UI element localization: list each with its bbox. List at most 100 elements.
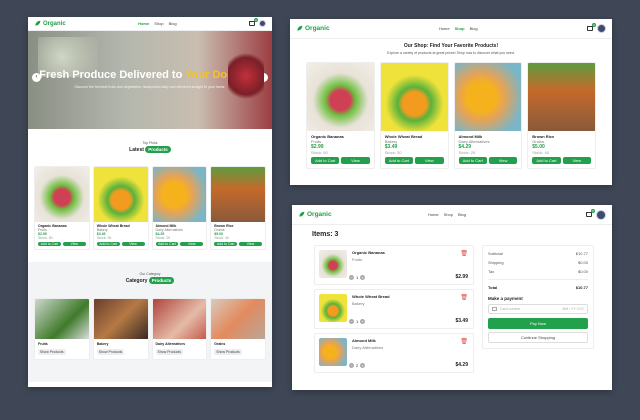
- plus-icon[interactable]: +: [360, 363, 366, 368]
- show-products-button[interactable]: Show Products: [155, 349, 184, 355]
- total-value: $10.77: [575, 285, 588, 290]
- category-title: Category Products: [28, 277, 272, 284]
- view-button[interactable]: View: [121, 242, 145, 246]
- product-stock: Stock: 25: [155, 236, 171, 240]
- product-image[interactable]: [380, 63, 448, 131]
- avatar[interactable]: [597, 24, 606, 33]
- nav-home-link[interactable]: Home: [428, 212, 439, 217]
- cart-item: Organic Bananas Fruits 🗑 −1 + $2.99: [314, 245, 474, 285]
- minus-icon[interactable]: −: [349, 275, 354, 280]
- view-button[interactable]: View: [562, 157, 591, 164]
- brand-logo[interactable]: Organic: [296, 25, 330, 32]
- shop-page-window: Organic Home Shop Blog 0 Our Shop: Find …: [290, 19, 612, 185]
- product-image[interactable]: [307, 63, 374, 131]
- trash-icon[interactable]: 🗑: [460, 250, 468, 257]
- brand-name: Organic: [307, 211, 332, 218]
- category-title-text: Category: [125, 278, 148, 284]
- product-image[interactable]: [211, 167, 265, 222]
- show-products-button[interactable]: Show Products: [96, 349, 125, 355]
- product-card: Organic Bananas Fruits $2.99 Stock: 50 A…: [306, 62, 375, 169]
- product-card: Almond Milk Dairy Alternatives $4.29 Sto…: [151, 166, 208, 250]
- add-to-cart-button[interactable]: Add to Cart: [311, 157, 340, 164]
- shipping-label: Shipping: [488, 260, 504, 265]
- nav-home-link[interactable]: Home: [138, 21, 149, 26]
- brand-logo[interactable]: Organic: [34, 20, 66, 27]
- brand-name: Organic: [305, 25, 330, 32]
- cart-icon[interactable]: 0: [587, 23, 596, 31]
- hero-title: Fresh Produce Delivered to Your Doorstep: [28, 69, 272, 81]
- cart-item-name: Almond Milk: [352, 338, 376, 343]
- nav-home-link[interactable]: Home: [439, 26, 450, 31]
- tax-label: Tax: [488, 269, 495, 274]
- category-image[interactable]: [152, 299, 207, 339]
- category-image[interactable]: [93, 299, 148, 339]
- nav-blog-link[interactable]: Blog: [169, 21, 177, 26]
- avatar[interactable]: [259, 20, 266, 27]
- product-image[interactable]: [93, 167, 148, 222]
- trash-icon[interactable]: 🗑: [460, 294, 468, 301]
- chevron-left-icon[interactable]: ‹: [32, 73, 41, 82]
- add-to-cart-button[interactable]: Add to Cart: [155, 242, 179, 246]
- nav-shop-link[interactable]: Shop: [455, 26, 465, 31]
- leaf-icon: [297, 25, 303, 31]
- pay-now-button[interactable]: Pay Now: [488, 318, 588, 329]
- add-to-cart-button[interactable]: Add to Cart: [384, 157, 414, 164]
- add-to-cart-button[interactable]: Add to Cart: [532, 157, 561, 164]
- quantity-value: 1: [356, 319, 359, 324]
- product-image[interactable]: [454, 63, 522, 131]
- product-stock: Stock: 30: [96, 236, 112, 240]
- latest-product-grid: Organic Bananas Fruits $2.99 Stock: 50 A…: [28, 166, 272, 250]
- category-name: Grains: [214, 342, 226, 346]
- product-image[interactable]: [152, 167, 207, 222]
- show-products-button[interactable]: Show Products: [214, 349, 242, 355]
- category-name: Dairy Alternatives: [155, 342, 186, 346]
- nav-blog-link[interactable]: Blog: [470, 26, 478, 31]
- minus-icon[interactable]: −: [349, 319, 354, 324]
- nav-shop-link[interactable]: Shop: [444, 212, 453, 217]
- category-image[interactable]: [35, 299, 89, 339]
- card-icon: [492, 307, 497, 311]
- minus-icon[interactable]: −: [349, 363, 354, 368]
- nav-shop-link[interactable]: Shop: [154, 21, 163, 26]
- cart-item-name: Whole Wheat Bread: [352, 294, 390, 299]
- show-products-button[interactable]: Show Products: [38, 349, 66, 355]
- category-card: Dairy Alternatives Show Products: [151, 298, 208, 360]
- cart-icon[interactable]: 0: [586, 209, 595, 217]
- cart-count: 0: [592, 23, 596, 27]
- view-button[interactable]: View: [62, 242, 86, 246]
- view-button[interactable]: View: [239, 242, 262, 246]
- trash-icon[interactable]: 🗑: [460, 338, 468, 345]
- view-button[interactable]: View: [415, 157, 444, 164]
- category-image[interactable]: [211, 299, 265, 339]
- cart-icon[interactable]: 0: [249, 18, 258, 26]
- card-number-field[interactable]: Card number: [500, 307, 559, 311]
- nav-icons: 0: [586, 209, 606, 220]
- avatar[interactable]: [596, 209, 606, 220]
- view-button[interactable]: View: [180, 242, 204, 246]
- brand-logo[interactable]: Organic: [298, 211, 332, 218]
- plus-icon[interactable]: +: [360, 275, 366, 280]
- product-image[interactable]: [35, 167, 89, 222]
- continue-shopping-button[interactable]: Continue Shopping: [488, 332, 588, 343]
- product-stock: Stock: 40: [214, 236, 229, 240]
- view-button[interactable]: View: [488, 157, 518, 164]
- chevron-right-icon[interactable]: ›: [259, 73, 268, 82]
- expiry-field[interactable]: MM / YY CVC: [562, 307, 584, 311]
- cart-item-category: Dairy Alternatives: [352, 345, 384, 350]
- add-to-cart-button[interactable]: Add to Cart: [96, 242, 120, 246]
- plus-icon[interactable]: +: [360, 319, 366, 324]
- nav-links: Home Shop Blog: [332, 212, 586, 217]
- product-card: Brown Rice Grains $5.00 Stock: 40 Add to…: [527, 62, 596, 169]
- shop-subtitle: Explore a variety of products at great p…: [387, 51, 515, 55]
- category-kicker: Our Category: [139, 272, 161, 276]
- add-to-cart-button[interactable]: Add to Cart: [458, 157, 487, 164]
- product-image[interactable]: [528, 63, 595, 131]
- add-to-cart-button[interactable]: Add to Cart: [214, 242, 238, 246]
- add-to-cart-button[interactable]: Add to Cart: [38, 242, 61, 246]
- card-input[interactable]: Card number MM / YY CVC: [488, 304, 588, 314]
- view-button[interactable]: View: [341, 157, 370, 164]
- category-section: Our Category Category Products Fruits Sh…: [28, 262, 272, 382]
- nav-icons: 0: [249, 18, 266, 27]
- nav-blog-link[interactable]: Blog: [458, 212, 466, 217]
- subtotal-value: $10.77: [575, 251, 588, 256]
